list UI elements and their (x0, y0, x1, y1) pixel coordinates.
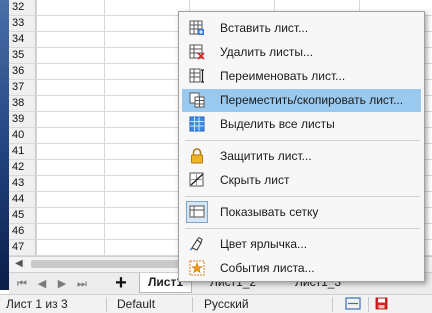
menu-item-label: Цвет ярлычка... (220, 237, 308, 251)
menu-item-rename-sheet[interactable]: Переименовать лист... (182, 65, 421, 88)
status-divider (332, 297, 333, 312)
row-header[interactable]: 41 (9, 144, 36, 159)
menu-item-hide-sheet[interactable]: Скрыть лист (182, 169, 421, 192)
save-status-icon[interactable] (375, 297, 388, 313)
last-sheet-icon[interactable]: ⏭ (75, 277, 89, 291)
menu-item-delete-sheets[interactable]: Удалить листы... (182, 41, 421, 64)
row-header[interactable]: 37 (9, 80, 36, 95)
menu-item-select-all-sheets[interactable]: Выделить все листы (182, 113, 421, 136)
row-header[interactable]: 33 (9, 16, 36, 31)
page-style-status[interactable]: Default (117, 297, 155, 312)
select-all-sheets-icon (189, 116, 205, 132)
delete-sheets-icon (189, 44, 205, 60)
menu-item-move-copy-sheet[interactable]: Переместить/скопировать лист... (182, 89, 421, 112)
menu-item-label: Переместить/скопировать лист... (220, 93, 404, 107)
spreadsheet-window: 32 33 34 35 36 37 38 39 40 41 42 43 44 4… (0, 0, 432, 313)
scroll-thumb[interactable] (31, 260, 191, 268)
menu-item-label: Защитить лист... (220, 149, 312, 163)
row-header[interactable]: 46 (9, 224, 36, 239)
hide-sheet-icon (189, 172, 205, 188)
menu-item-show-grid[interactable]: Показывать сетку (182, 201, 421, 224)
row-header[interactable]: 45 (9, 208, 36, 223)
move-copy-sheet-icon (189, 92, 205, 108)
menu-separator (185, 140, 420, 141)
menu-item-label: Удалить листы... (220, 45, 313, 59)
menu-item-label: Вставить лист... (220, 21, 309, 35)
first-sheet-icon[interactable]: ⏮ (15, 277, 29, 291)
status-bar: Лист 1 из 3 Default Русский (0, 294, 432, 313)
desktop-edge (0, 0, 9, 290)
row-header[interactable]: 42 (9, 160, 36, 175)
menu-item-sheet-events[interactable]: События листа... (182, 257, 421, 280)
sheet-count-status: Лист 1 из 3 (6, 297, 68, 311)
menu-item-tab-color[interactable]: Цвет ярлычка... (182, 233, 421, 256)
row-header[interactable]: 38 (9, 96, 36, 111)
prev-sheet-icon[interactable]: ◀ (35, 277, 49, 291)
row-header[interactable]: 34 (9, 32, 36, 47)
menu-separator (185, 228, 420, 229)
menu-separator (185, 196, 420, 197)
insert-sheet-icon (189, 20, 205, 36)
status-divider (368, 297, 369, 312)
tab-color-icon (189, 236, 205, 252)
status-divider (106, 297, 107, 312)
menu-item-label: Показывать сетку (220, 205, 319, 219)
menu-item-label: События листа... (220, 261, 315, 275)
row-header[interactable]: 36 (9, 64, 36, 79)
sheet-context-menu: Вставить лист... Удалить листы... Переим… (178, 11, 425, 282)
menu-item-insert-sheet[interactable]: Вставить лист... (182, 17, 421, 40)
row-header[interactable]: 47 (9, 240, 36, 255)
next-sheet-icon[interactable]: ▶ (55, 277, 69, 291)
selection-mode-icon[interactable] (345, 297, 361, 313)
add-sheet-button[interactable]: + (112, 273, 130, 293)
row-header[interactable]: 32 (9, 0, 36, 15)
show-grid-icon (186, 201, 208, 223)
row-header[interactable]: 39 (9, 112, 36, 127)
scroll-left-icon[interactable]: ◀ (15, 258, 27, 270)
rename-sheet-icon (189, 68, 205, 84)
row-header[interactable]: 40 (9, 128, 36, 143)
lock-icon (189, 148, 205, 164)
menu-item-label: Выделить все листы (220, 117, 335, 131)
menu-item-protect-sheet[interactable]: Защитить лист... (182, 145, 421, 168)
menu-item-label: Переименовать лист... (220, 69, 346, 83)
sheet-events-icon (189, 260, 205, 276)
row-header[interactable]: 44 (9, 192, 36, 207)
language-status[interactable]: Русский (204, 297, 249, 312)
menu-item-label: Скрыть лист (220, 173, 290, 187)
row-header[interactable]: 43 (9, 176, 36, 191)
status-divider (192, 297, 193, 312)
row-header[interactable]: 35 (9, 48, 36, 63)
